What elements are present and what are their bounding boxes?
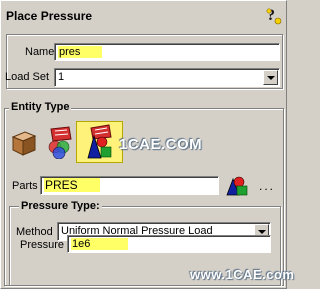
pressure-type-title: Pressure Type: bbox=[19, 200, 102, 212]
parts-value: PRES bbox=[44, 178, 100, 192]
load-set-label: Load Set bbox=[5, 71, 50, 83]
element-faces-icon bbox=[48, 126, 72, 160]
part-shapes-icon bbox=[87, 124, 112, 159]
help-question-icon[interactable]: ? bbox=[264, 5, 282, 25]
watermark-url: www.1CAE.com bbox=[190, 267, 295, 282]
element-box-tool[interactable] bbox=[7, 125, 41, 159]
method-label: Method bbox=[16, 226, 53, 238]
pressure-value: 1e6 bbox=[71, 238, 129, 250]
name-field[interactable]: pres bbox=[54, 43, 280, 61]
load-set-value: 1 bbox=[58, 71, 65, 83]
load-set-select[interactable]: 1 bbox=[54, 68, 280, 87]
name-value: pres bbox=[58, 46, 103, 58]
part-shapes-tool[interactable] bbox=[76, 121, 123, 163]
more-button[interactable]: ... bbox=[259, 179, 275, 193]
name-label: Name bbox=[25, 46, 55, 58]
pressure-field[interactable]: 1e6 bbox=[67, 235, 271, 253]
part-picker-icon[interactable] bbox=[224, 173, 250, 197]
chevron-down-icon[interactable] bbox=[263, 70, 278, 85]
element-box-icon bbox=[11, 131, 37, 156]
parts-field[interactable]: PRES bbox=[40, 176, 219, 195]
watermark-text: 1CAE.COM bbox=[119, 136, 203, 153]
panel-title: Place Pressure bbox=[6, 9, 93, 23]
entity-type-title: Entity Type bbox=[9, 101, 72, 113]
pressure-label-visible: Pressure bbox=[20, 239, 65, 251]
place-pressure-panel: Place Pressure ? Name pres Load Set 1 En… bbox=[0, 0, 294, 289]
parts-label: Parts bbox=[12, 180, 38, 192]
element-faces-tool[interactable] bbox=[41, 125, 75, 160]
